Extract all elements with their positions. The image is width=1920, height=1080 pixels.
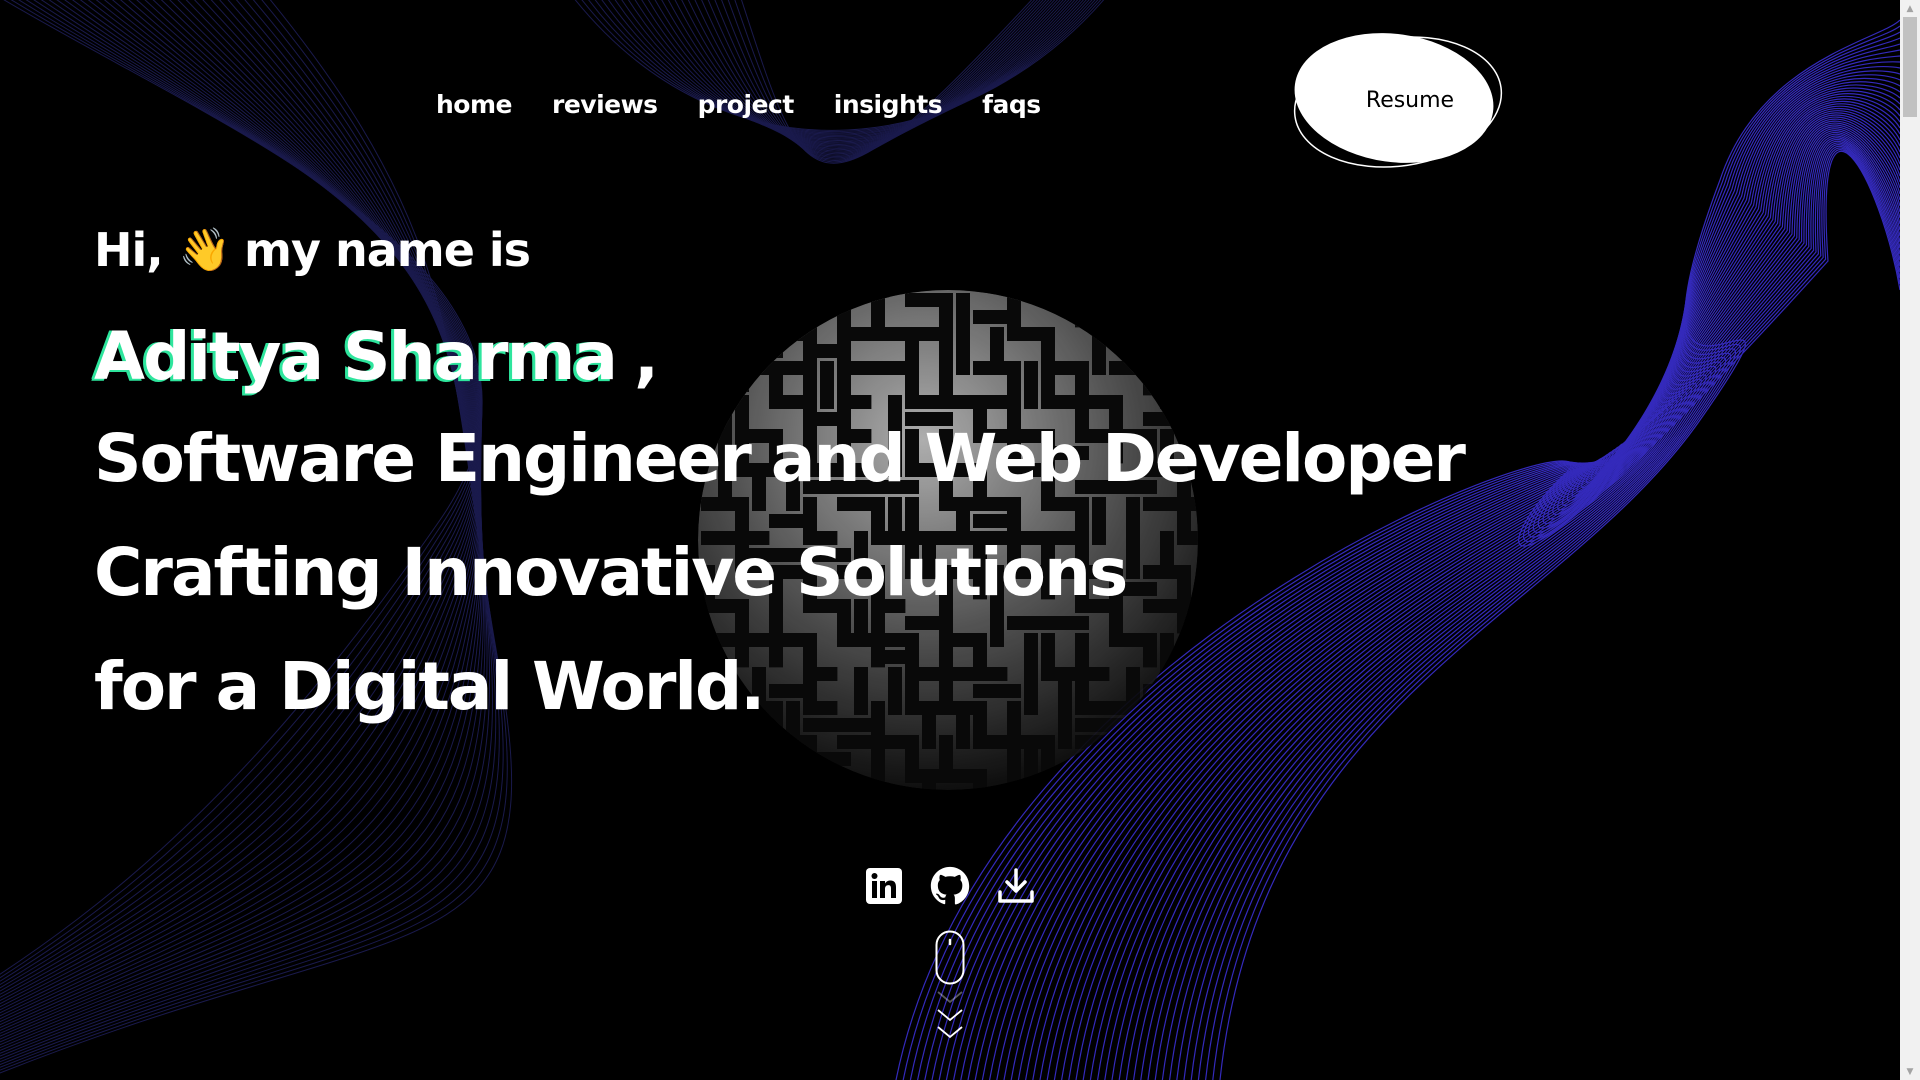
name-line: Aditya Sharma , bbox=[94, 311, 1464, 401]
person-name: Aditya Sharma bbox=[94, 317, 618, 395]
page-scrollbar[interactable]: ▲ ▼ bbox=[1900, 0, 1920, 1080]
nav-link-home[interactable]: home bbox=[436, 90, 512, 119]
chevron-down-icon bbox=[937, 991, 963, 1004]
hero-section: Hi, 👋 my name is Aditya Sharma , Softwar… bbox=[94, 215, 1466, 743]
portfolio-page: home reviews project insights faqs Resum… bbox=[0, 0, 1920, 1080]
scrollbar-thumb[interactable] bbox=[1903, 17, 1917, 117]
scroll-down-arrow-icon[interactable]: ▼ bbox=[1900, 1063, 1920, 1080]
greeting-line: Hi, 👋 my name is bbox=[94, 215, 1464, 285]
scroll-up-arrow-icon[interactable]: ▲ bbox=[1900, 0, 1920, 17]
main-nav: home reviews project insights faqs bbox=[436, 90, 1041, 119]
name-comma: , bbox=[633, 317, 659, 395]
nav-link-insights[interactable]: insights bbox=[834, 90, 943, 119]
nav-link-reviews[interactable]: reviews bbox=[552, 90, 658, 119]
greeting-suffix: my name is bbox=[244, 223, 531, 277]
download-icon[interactable] bbox=[996, 866, 1036, 906]
tagline-line-3: for a Digital World. bbox=[94, 647, 765, 725]
resume-blob: Resume bbox=[1290, 30, 1510, 170]
nav-link-faqs[interactable]: faqs bbox=[982, 90, 1041, 119]
linkedin-icon[interactable] bbox=[864, 866, 904, 906]
tagline-line-1: Software Engineer and Web Developer bbox=[94, 419, 1466, 497]
github-icon[interactable] bbox=[930, 866, 970, 906]
scroll-down-indicator[interactable] bbox=[935, 930, 965, 1056]
resume-button[interactable]: Resume bbox=[1290, 30, 1510, 170]
waving-hand-icon: 👋 bbox=[178, 225, 231, 274]
tagline-line-2: Crafting Innovative Solutions bbox=[94, 533, 1128, 611]
nav-link-project[interactable]: project bbox=[698, 90, 795, 119]
greeting-prefix: Hi, bbox=[94, 223, 164, 277]
social-links bbox=[864, 866, 1036, 906]
